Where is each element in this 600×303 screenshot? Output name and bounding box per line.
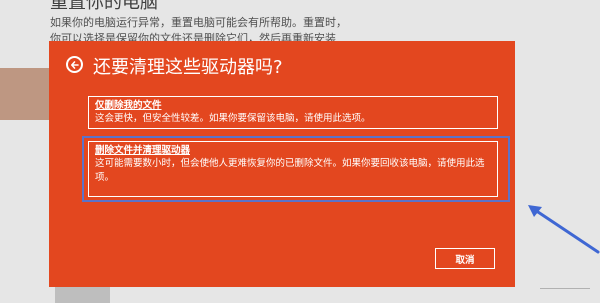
back-arrow-icon <box>70 60 79 69</box>
annotation-arrow-icon <box>528 205 600 254</box>
option-remove-and-clean[interactable]: 删除文件并清理驱动器 这可能需要数小时，但会使他人更难恢复你的已删除文件。如果你… <box>88 141 498 197</box>
option-description: 这可能需要数小时，但会使他人更难恢复你的已删除文件。如果你要回收该电脑，请使用此… <box>95 158 485 183</box>
option-description: 这会更快，但安全性较差。如果你要保留该电脑，请使用此选项。 <box>95 113 371 124</box>
option-remove-files-only[interactable]: 仅删除我的文件 这会更快，但安全性较差。如果你要保留该电脑，请使用此选项。 <box>88 96 498 129</box>
cancel-button[interactable]: 取消 <box>435 248 495 269</box>
dialog-title: 还要清理这些驱动器吗? <box>93 57 283 78</box>
clean-drives-dialog: 还要清理这些驱动器吗? 仅删除我的文件 这会更快，但安全性较差。如果你要保留该电… <box>49 41 515 287</box>
back-button[interactable] <box>66 56 83 73</box>
option-title: 删除文件并清理驱动器 <box>95 145 191 156</box>
option-title: 仅删除我的文件 <box>95 100 162 111</box>
